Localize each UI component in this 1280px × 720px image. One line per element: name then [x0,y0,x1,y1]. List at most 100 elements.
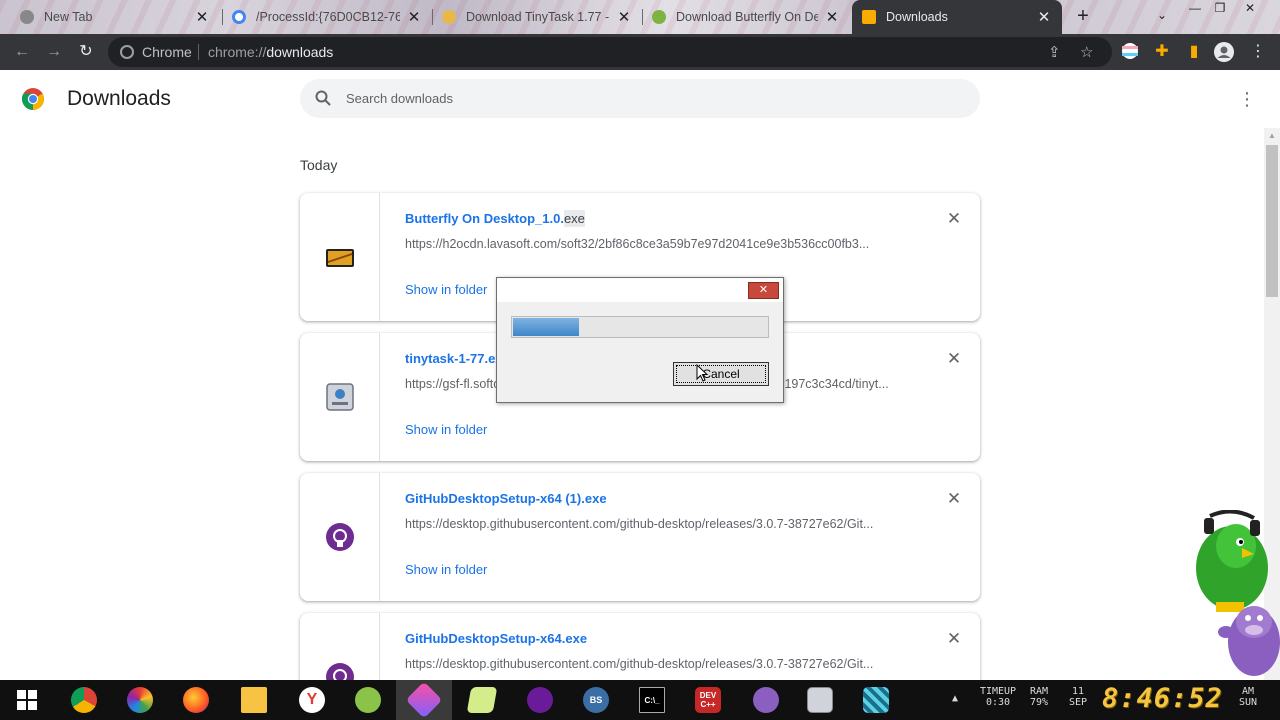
taskbar-chrome[interactable] [56,680,112,720]
windows-logo-icon [17,690,37,710]
tab-title: /ProcessId:{76D0CB12-760 [256,10,400,24]
search-input[interactable]: Search downloads [300,79,980,118]
dialog-titlebar[interactable] [497,278,783,302]
new-tab-button[interactable]: + [1072,5,1094,27]
url-path: downloads [266,44,334,60]
taskbar-firefox[interactable] [168,680,224,720]
taskbar-active-app[interactable] [396,680,452,720]
start-button[interactable] [0,680,54,720]
show-in-folder-link[interactable]: Show in folder [405,282,487,297]
taskbar-bonzi-buddy[interactable] [738,680,794,720]
taskbar-pixel-app[interactable] [848,680,904,720]
timeup-label: TIMEUP [979,686,1017,697]
window-close-icon[interactable]: ✕ [1240,1,1260,15]
progress-dialog: ✕ Cancel [496,277,784,403]
taskbar-notepad[interactable] [454,680,510,720]
pixel-app-icon [863,687,889,713]
side-panel-icon[interactable]: ▮ [1184,42,1204,62]
url-prefix: chrome:// [208,44,267,60]
extensions-icon[interactable]: ✚ [1152,42,1172,62]
yahoo-messenger-icon [527,687,553,713]
tab-close-icon[interactable]: ✕ [406,8,422,26]
ampm-widget: AM SUN [1234,686,1262,708]
file-name-link[interactable]: GitHubDesktopSetup-x64.exe [405,631,587,646]
tab-downloads[interactable]: Downloads ✕ [852,0,1062,34]
mouse-cursor-icon [696,364,708,382]
soft32-favicon-icon [652,10,666,24]
search-placeholder: Search downloads [346,91,453,106]
back-arrow-icon[interactable]: ← [12,42,32,62]
remove-download-icon[interactable]: ✕ [944,209,964,229]
taskbar-picasa[interactable] [112,680,168,720]
taskbar-tinytask[interactable] [792,680,848,720]
file-name: GitHubDesktopSetup-x64.exe [405,631,588,646]
timeup-value: 0:30 [985,697,1011,708]
tab-close-icon[interactable]: ✕ [824,8,840,26]
taskbar-dev-cpp[interactable]: DEV C++ [680,680,736,720]
tab-close-icon[interactable]: ✕ [1036,8,1052,26]
avatar[interactable] [1214,42,1234,62]
tab-close-icon[interactable]: ✕ [194,8,210,26]
taskbar-yahoo-messenger[interactable] [512,680,568,720]
browser-menu-icon[interactable]: ⋮ [1248,42,1268,62]
tinytask-app-icon [326,383,354,411]
site-info[interactable]: Chrome [120,44,192,60]
file-name-link[interactable]: GitHubDesktopSetup-x64 (1).exe [405,491,607,506]
firefox-icon [183,687,209,713]
command-prompt-icon: C:\_ [639,687,665,713]
timeup-widget: TIMEUP 0:30 [976,686,1020,708]
file-url[interactable]: https://h2ocdn.lavasoft.com/soft32/2bf86… [405,237,905,251]
taskbar-command-prompt[interactable]: C:\_ [624,680,680,720]
butterfly-app-icon [326,249,354,267]
cancel-button[interactable]: Cancel [673,362,769,386]
bookmark-star-icon[interactable]: ☆ [1080,43,1093,61]
tinytask-icon [807,687,833,713]
tray-overflow-icon[interactable]: ▲ [952,693,958,704]
share-icon[interactable]: ⇪ [1048,43,1061,61]
date-month: SEP [1068,697,1088,708]
notepad-icon [466,687,498,713]
taskbar-yandex[interactable]: Y [284,680,340,720]
address-url[interactable]: chrome://downloads [208,44,333,60]
google-favicon-icon [232,10,246,24]
show-in-folder-link[interactable]: Show in folder [405,562,487,577]
tab-search-icon[interactable]: ⌄ [1152,8,1172,22]
dialog-close-button[interactable]: ✕ [748,282,779,299]
minimize-icon[interactable]: — [1185,1,1205,15]
show-in-folder-link[interactable]: Show in folder [405,422,487,437]
remove-download-icon[interactable]: ✕ [944,349,964,369]
taskbar-clock[interactable]: 8:46:52 [1102,683,1223,714]
restore-icon[interactable]: ❐ [1210,1,1230,15]
tab-process-id[interactable]: /ProcessId:{76D0CB12-760 ✕ [222,0,432,34]
file-name-link[interactable]: Butterfly On Desktop_1.0.exe [405,210,585,227]
file-name-link[interactable]: tinytask-1-77.exe [405,351,510,366]
tab-close-icon[interactable]: ✕ [616,8,632,26]
tab-download-butterfly[interactable]: Download Butterfly On De ✕ [642,0,850,34]
forward-arrow-icon[interactable]: → [44,42,64,62]
tab-download-tinytask[interactable]: Download TinyTask 1.77 - ✕ [432,0,642,34]
taskbar-growtopia[interactable] [340,680,396,720]
taskbar-app-bs[interactable]: BS [568,680,624,720]
date-header: Today [300,157,338,173]
scrollbar-thumb[interactable] [1266,145,1278,297]
address-divider [198,44,199,60]
file-url[interactable]: https://desktop.githubusercontent.com/gi… [405,517,905,531]
devcpp-label: C++ [700,700,716,709]
file-icon-column [300,193,380,321]
address-bar[interactable]: Chrome chrome://downloads ⇪ ☆ [108,37,1112,67]
reload-icon[interactable]: ↻ [76,42,96,62]
more-options-icon[interactable]: ⋮ [1238,88,1256,110]
progress-bar-fill [513,318,579,336]
softonic-favicon-icon [442,10,456,24]
remove-download-icon[interactable]: ✕ [944,489,964,509]
taskbar-file-explorer[interactable] [226,680,282,720]
tab-title: Downloads [886,10,948,24]
github-icon [326,523,354,551]
file-url[interactable]: https://desktop.githubusercontent.com/gi… [405,657,905,671]
remove-download-icon[interactable]: ✕ [944,629,964,649]
scroll-up-arrow-icon[interactable]: ▲ [1266,131,1278,141]
bonzi-buddy-icon [753,687,779,713]
profile-flag-icon[interactable] [1120,42,1140,62]
tab-new-tab[interactable]: New Tab ✕ [10,0,220,34]
file-icon-column [300,473,380,601]
